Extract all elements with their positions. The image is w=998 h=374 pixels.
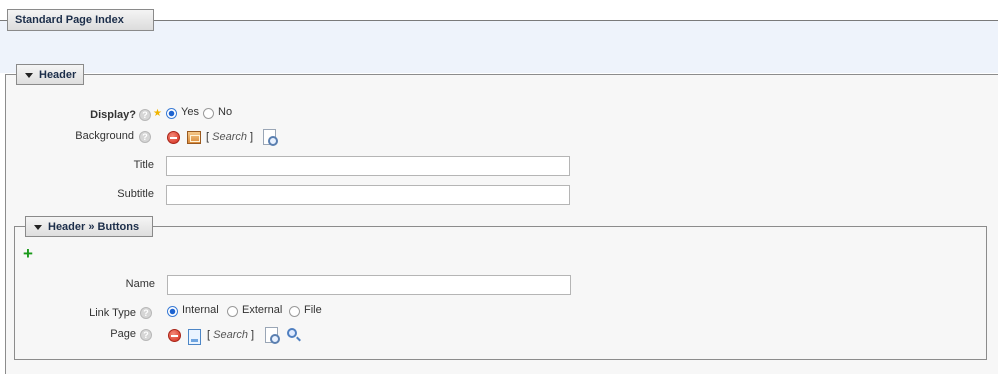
header-legend-label: Header (39, 69, 77, 81)
required-star-icon: ★ (153, 108, 162, 119)
bracket-open: [ (207, 329, 211, 341)
bracket-open: [ (206, 131, 210, 143)
help-icon[interactable]: ? (139, 131, 151, 143)
link-type-internal-label: Internal (182, 304, 219, 316)
collapse-triangle-icon (25, 73, 33, 78)
link-type-external-label: External (242, 304, 283, 316)
collapse-triangle-icon (34, 225, 42, 230)
link-type-external-radio[interactable] (227, 306, 238, 317)
name-input[interactable] (167, 275, 571, 295)
link-type-internal-radio[interactable] (167, 306, 178, 317)
display-label: Display? (90, 109, 136, 121)
display-yes-radio[interactable] (166, 108, 177, 119)
help-icon[interactable]: ? (140, 307, 152, 319)
link-type-file-radio[interactable] (289, 306, 300, 317)
subtitle-input[interactable] (166, 185, 570, 205)
page-document-icon (188, 329, 201, 345)
browse-document-icon[interactable] (263, 129, 278, 146)
magnifier-search-icon[interactable] (287, 328, 297, 338)
header-legend-toggle[interactable]: Header (16, 64, 84, 85)
title-input[interactable] (166, 156, 570, 176)
page-title-tab: Standard Page Index (7, 9, 154, 31)
background-search-link[interactable]: [ Search ] (206, 131, 253, 143)
image-icon (187, 131, 201, 144)
bracket-close: ] (251, 329, 255, 341)
display-no-radio[interactable] (203, 108, 214, 119)
help-icon[interactable]: ? (139, 109, 151, 121)
help-icon[interactable]: ? (140, 329, 152, 341)
subtitle-label: Subtitle (117, 188, 154, 200)
header-buttons-legend-label: Header » Buttons (48, 221, 140, 233)
page-search-link[interactable]: [ Search ] (207, 329, 254, 341)
add-button-plus-icon[interactable]: + (23, 245, 33, 262)
title-label: Title (133, 159, 154, 171)
display-yes-label: Yes (181, 106, 199, 118)
browse-document-icon[interactable] (265, 327, 280, 344)
link-type-file-label: File (304, 304, 322, 316)
remove-icon[interactable] (168, 329, 181, 342)
name-label: Name (125, 278, 155, 290)
background-label: Background (75, 130, 134, 142)
link-type-label: Link Type (89, 307, 136, 319)
header-buttons-legend-toggle[interactable]: Header » Buttons (25, 216, 153, 237)
bracket-close: ] (250, 131, 254, 143)
search-link-label: Search (212, 131, 247, 143)
search-link-label: Search (213, 329, 248, 341)
page-label: Page (110, 328, 136, 340)
display-no-label: No (218, 106, 233, 118)
remove-icon[interactable] (167, 131, 180, 144)
